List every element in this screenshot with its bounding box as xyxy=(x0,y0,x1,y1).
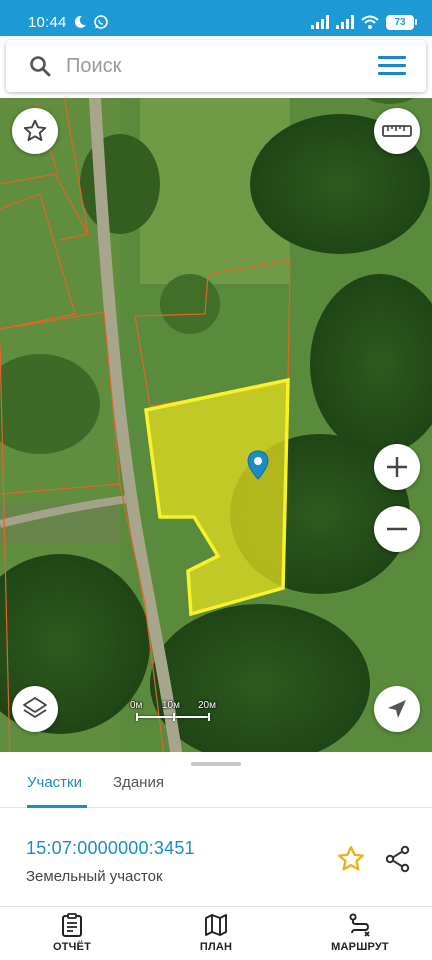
favorite-map-button[interactable] xyxy=(12,108,58,154)
whatsapp-icon xyxy=(93,15,108,29)
signal-icon xyxy=(336,15,354,29)
moon-icon xyxy=(74,15,86,28)
nav-route-label: МАРШРУТ xyxy=(331,941,389,953)
nav-route[interactable]: МАРШРУТ xyxy=(300,913,420,953)
ruler-button[interactable] xyxy=(374,108,420,154)
parcel-info[interactable]: 15:07:0000000:3451 Земельный участок xyxy=(26,838,195,885)
tab-active-indicator xyxy=(27,805,87,808)
tab-buildings[interactable]: Здания xyxy=(113,772,164,808)
tab-parcels[interactable]: Участки xyxy=(27,772,87,808)
share-icon xyxy=(385,845,410,873)
nav-report-label: ОТЧЁТ xyxy=(52,941,92,953)
scale-label-10: 10м xyxy=(162,700,180,711)
panel-tabs: Участки Здания xyxy=(0,766,432,808)
scale-tick xyxy=(208,713,210,721)
star-icon xyxy=(338,845,364,871)
scale-label-20: 20м xyxy=(198,700,216,711)
star-outline-icon xyxy=(23,119,47,141)
route-icon xyxy=(349,913,370,937)
battery-icon: 73 xyxy=(386,14,417,30)
cadastral-number[interactable]: 15:07:0000000:3451 xyxy=(26,838,195,859)
signal-icon xyxy=(311,15,329,29)
ruler-icon xyxy=(382,125,412,137)
status-left-icons xyxy=(73,14,109,30)
info-panel: Участки Здания 15:07:0000000:3451 Земель… xyxy=(0,752,432,960)
layers-button[interactable] xyxy=(12,686,58,732)
search-input[interactable] xyxy=(66,54,346,78)
map-view[interactable]: 0м 10м 20м xyxy=(0,44,432,764)
nav-plan[interactable]: ПЛАН xyxy=(156,913,276,953)
nav-report[interactable]: ОТЧЁТ xyxy=(12,913,132,953)
bottom-nav: ОТЧЁТ ПЛАН МАРШРУТ xyxy=(0,906,432,960)
layers-icon xyxy=(23,697,47,718)
nav-plan-label: ПЛАН xyxy=(199,941,233,953)
map-pin-icon[interactable] xyxy=(247,450,269,480)
zoom-in-button[interactable] xyxy=(374,444,420,490)
minus-icon xyxy=(387,527,407,531)
my-location-button[interactable] xyxy=(374,686,420,732)
search-icon[interactable] xyxy=(28,54,52,78)
app-screen: 10:44 73 0м 10м 20м Поиск Участки Здания… xyxy=(0,0,432,960)
status-time: 10:44 xyxy=(28,13,67,31)
favorite-button[interactable] xyxy=(336,844,366,874)
clipboard-icon xyxy=(62,913,82,937)
scale-tick xyxy=(173,713,175,721)
search-card[interactable] xyxy=(6,40,426,92)
map-icon xyxy=(205,914,227,936)
plus-icon xyxy=(387,457,407,477)
map-scale: 0м 10м 20м xyxy=(130,700,230,724)
search-bar xyxy=(0,36,432,98)
status-right-icons: 73 xyxy=(311,14,417,30)
satellite-map[interactable] xyxy=(0,44,432,764)
zoom-out-button[interactable] xyxy=(374,506,420,552)
share-button[interactable] xyxy=(383,844,413,874)
scale-label-0: 0м xyxy=(130,700,143,711)
tab-parcels-label: Участки xyxy=(27,774,82,791)
wifi-icon xyxy=(361,15,379,29)
scale-tick xyxy=(136,713,138,721)
navigation-arrow-icon xyxy=(388,700,406,718)
parcel-type: Земельный участок xyxy=(26,868,163,885)
menu-icon[interactable] xyxy=(378,56,406,76)
tab-buildings-label: Здания xyxy=(113,774,164,791)
